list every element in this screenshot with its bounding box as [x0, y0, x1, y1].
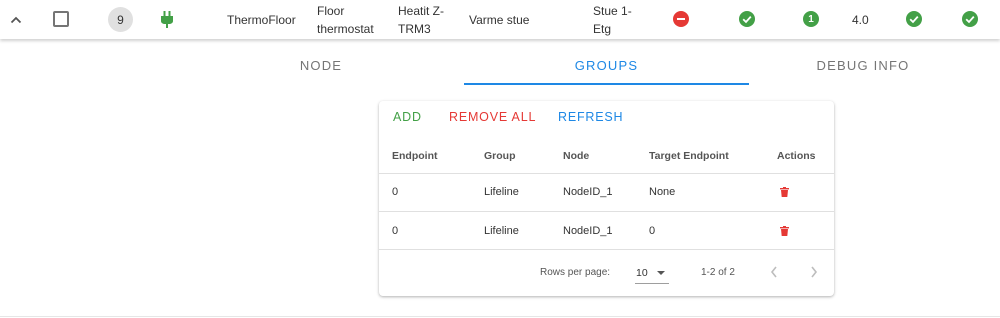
cell-endpoint: 0 — [392, 225, 399, 237]
chevron-right-icon[interactable] — [809, 265, 819, 279]
active-tab-indicator — [464, 83, 749, 85]
cell-group: Lifeline — [484, 186, 519, 198]
node-id-badge: 9 — [108, 7, 133, 32]
model-text: Heatit Z-TRM3 — [398, 4, 445, 36]
rows-per-page-select[interactable]: 10 — [635, 261, 669, 284]
remove-all-button[interactable]: REMOVE ALL — [449, 110, 536, 124]
checkbox-icon[interactable] — [53, 11, 69, 27]
failed-icon — [673, 11, 689, 27]
cell-target-endpoint: None — [649, 186, 676, 198]
header-endpoint[interactable]: Endpoint — [392, 150, 438, 162]
location-floor-text: Stue 1-Etg — [593, 4, 632, 36]
check-icon — [962, 11, 978, 27]
refresh-button[interactable]: REFRESH — [558, 110, 623, 124]
cell-endpoint: 0 — [392, 186, 399, 198]
manufacturer-text: ThermoFloor — [227, 13, 296, 27]
chevron-left-icon[interactable] — [769, 265, 779, 279]
header-node[interactable]: Node — [563, 150, 589, 162]
header-group[interactable]: Group — [484, 150, 516, 162]
header-actions: Actions — [777, 150, 816, 162]
tab-node[interactable]: NODE — [178, 58, 464, 80]
power-plug-icon — [161, 11, 173, 28]
count-icon: 1 — [803, 11, 819, 27]
rows-per-page-value: 10 — [636, 267, 648, 279]
firmware-text: 4.0 — [852, 13, 869, 27]
check-icon — [739, 11, 755, 27]
tab-groups[interactable]: GROUPS — [464, 58, 749, 80]
divider — [379, 249, 834, 250]
delete-icon[interactable] — [780, 226, 789, 236]
cell-node: NodeID_1 — [563, 186, 613, 198]
chevron-up-icon[interactable] — [8, 12, 24, 28]
delete-icon[interactable] — [780, 187, 789, 197]
tab-debug-info[interactable]: DEBUG INFO — [749, 58, 977, 80]
product-text: Floor thermostat — [317, 4, 374, 36]
page-range-text: 1-2 of 2 — [701, 267, 735, 278]
divider — [379, 211, 834, 212]
groups-card: ADD REMOVE ALL REFRESH Endpoint Group No… — [379, 101, 834, 296]
cell-group: Lifeline — [484, 225, 519, 237]
add-button[interactable]: ADD — [393, 110, 422, 124]
divider — [379, 173, 834, 174]
node-row[interactable]: 9 ThermoFloor Floor thermostat Heatit Z-… — [0, 0, 1000, 39]
divider — [0, 316, 1000, 317]
location-name-text: Varme stue — [469, 13, 530, 27]
check-icon — [906, 11, 922, 27]
caret-down-icon — [657, 271, 665, 275]
header-target-endpoint[interactable]: Target Endpoint — [649, 150, 729, 162]
cell-target-endpoint: 0 — [649, 225, 656, 237]
cell-node: NodeID_1 — [563, 225, 613, 237]
rows-per-page-label: Rows per page: — [540, 267, 611, 278]
